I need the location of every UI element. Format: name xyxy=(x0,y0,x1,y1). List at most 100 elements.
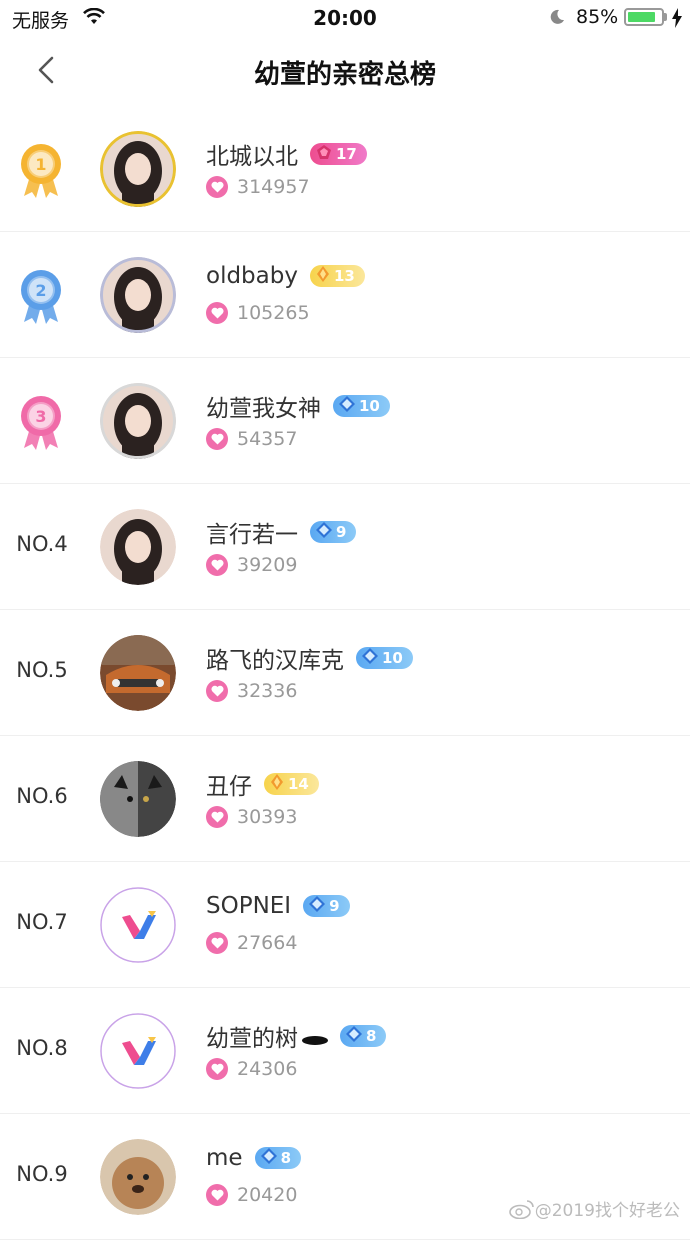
avatar[interactable] xyxy=(100,383,176,459)
user-name: oldbaby xyxy=(206,263,298,289)
gem-icon xyxy=(316,522,336,542)
user-name: 幼萱我女神 xyxy=(206,396,321,422)
user-name-line: 丑仔 14 xyxy=(206,767,319,801)
ranking-row[interactable]: 2 oldbaby 13 105265 xyxy=(0,232,690,358)
score-value: 314957 xyxy=(237,176,310,198)
badge-level: 9 xyxy=(329,897,340,915)
gem-icon xyxy=(270,774,288,794)
user-name: 丑仔 xyxy=(206,774,252,800)
heart-icon xyxy=(206,1058,228,1080)
ranking-row[interactable]: NO.9 me 8 20420 xyxy=(0,1114,690,1240)
avatar[interactable] xyxy=(100,509,176,585)
score-value: 27664 xyxy=(237,932,298,954)
user-name: 北城以北 xyxy=(206,144,298,170)
user-name-line: me 8 xyxy=(206,1145,301,1171)
badge-level: 9 xyxy=(336,523,347,541)
badge-level: 10 xyxy=(359,397,380,415)
intimacy-score: 105265 xyxy=(206,302,310,324)
heart-icon xyxy=(206,554,228,576)
score-value: 105265 xyxy=(237,302,310,324)
user-name-line: SOPNEI 9 xyxy=(206,893,350,919)
user-name-line: 北城以北 17 xyxy=(206,137,367,171)
ranking-row[interactable]: NO.4 言行若一 9 39209 xyxy=(0,484,690,610)
level-badge: 9 xyxy=(303,895,350,917)
avatar[interactable] xyxy=(100,257,176,333)
rank-medal-icon: 3 xyxy=(18,394,64,452)
nav-bar: 幼萱的亲密总榜 xyxy=(0,36,690,106)
user-name-line: 幼萱我女神 10 xyxy=(206,389,390,423)
heart-icon xyxy=(206,176,228,198)
user-name: me xyxy=(206,1145,243,1171)
score-value: 54357 xyxy=(237,428,298,450)
badge-level: 14 xyxy=(288,775,309,793)
score-value: 24306 xyxy=(237,1058,298,1080)
charging-icon xyxy=(671,8,683,32)
ranking-row[interactable]: NO.7 SOPNEI 9 27664 xyxy=(0,862,690,988)
intimacy-score: 27664 xyxy=(206,932,297,954)
gem-icon xyxy=(362,648,382,668)
gem-icon xyxy=(309,896,329,916)
avatar[interactable] xyxy=(100,887,176,963)
ranking-row[interactable]: 1 北城以北 17 314957 xyxy=(0,106,690,232)
rank-number: NO.6 xyxy=(16,784,68,808)
level-badge: 13 xyxy=(309,265,365,287)
badge-level: 8 xyxy=(280,1149,291,1167)
ranking-row[interactable]: NO.8 幼萱的树 8 24306 xyxy=(0,988,690,1114)
avatar[interactable] xyxy=(100,635,176,711)
rank-number: NO.9 xyxy=(16,1162,68,1186)
battery-icon xyxy=(624,8,664,26)
level-badge: 10 xyxy=(356,647,413,669)
ranking-row[interactable]: NO.5 路飞的汉库克 10 32336 xyxy=(0,610,690,736)
gem-icon xyxy=(316,266,334,286)
badge-level: 10 xyxy=(382,649,403,667)
battery-tip xyxy=(664,13,667,21)
intimacy-score: 24306 xyxy=(206,1058,297,1080)
rank-number: NO.8 xyxy=(16,1036,68,1060)
gem-icon xyxy=(260,1148,281,1168)
weibo-icon xyxy=(508,1199,534,1219)
medal-number: 3 xyxy=(35,407,46,426)
heart-icon xyxy=(206,302,228,324)
avatar[interactable] xyxy=(100,131,176,207)
medal-number: 1 xyxy=(35,155,46,174)
ranking-row[interactable]: 3 幼萱我女神 10 54357 xyxy=(0,358,690,484)
intimacy-score: 314957 xyxy=(206,176,310,198)
level-badge: 8 xyxy=(254,1147,301,1169)
rank-number: NO.4 xyxy=(16,532,68,556)
intimacy-score: 30393 xyxy=(206,806,297,828)
watermark-text: @2019找个好老公 xyxy=(534,1201,680,1221)
rank-number: NO.7 xyxy=(16,910,68,934)
avatar[interactable] xyxy=(100,1013,176,1089)
intimacy-score: 20420 xyxy=(206,1184,297,1206)
moon-icon xyxy=(548,8,566,30)
medal-number: 2 xyxy=(35,281,46,300)
level-badge: 17 xyxy=(310,143,367,165)
page-title: 幼萱的亲密总榜 xyxy=(253,60,436,90)
gem-icon xyxy=(346,1026,366,1046)
rank-medal-icon: 2 xyxy=(18,268,64,326)
score-value: 39209 xyxy=(237,554,298,576)
avatar[interactable] xyxy=(100,1139,176,1215)
black-stone-icon xyxy=(302,1035,328,1045)
user-name: SOPNEI xyxy=(206,893,292,919)
avatar[interactable] xyxy=(100,761,176,837)
rank-medal-icon: 1 xyxy=(18,142,64,200)
level-badge: 14 xyxy=(264,773,319,795)
ranking-row[interactable]: NO.6 丑仔 14 30393 xyxy=(0,736,690,862)
intimacy-score: 54357 xyxy=(206,428,297,450)
user-name-line: 路飞的汉库克 10 xyxy=(206,641,413,675)
watermark: @2019找个好老公 xyxy=(508,1196,680,1221)
gem-icon xyxy=(316,144,336,164)
gem-icon xyxy=(339,396,359,416)
user-name-line: 幼萱的树 8 xyxy=(206,1019,387,1053)
battery-percent: 85% xyxy=(576,6,619,28)
heart-icon xyxy=(206,680,228,702)
score-value: 20420 xyxy=(237,1184,298,1206)
heart-icon xyxy=(206,806,228,828)
user-name: 路飞的汉库克 xyxy=(206,648,344,674)
badge-level: 13 xyxy=(333,267,355,285)
user-name: 言行若一 xyxy=(206,522,298,548)
rank-number: NO.5 xyxy=(16,658,68,682)
level-badge: 10 xyxy=(333,395,390,417)
heart-icon xyxy=(206,1184,228,1206)
